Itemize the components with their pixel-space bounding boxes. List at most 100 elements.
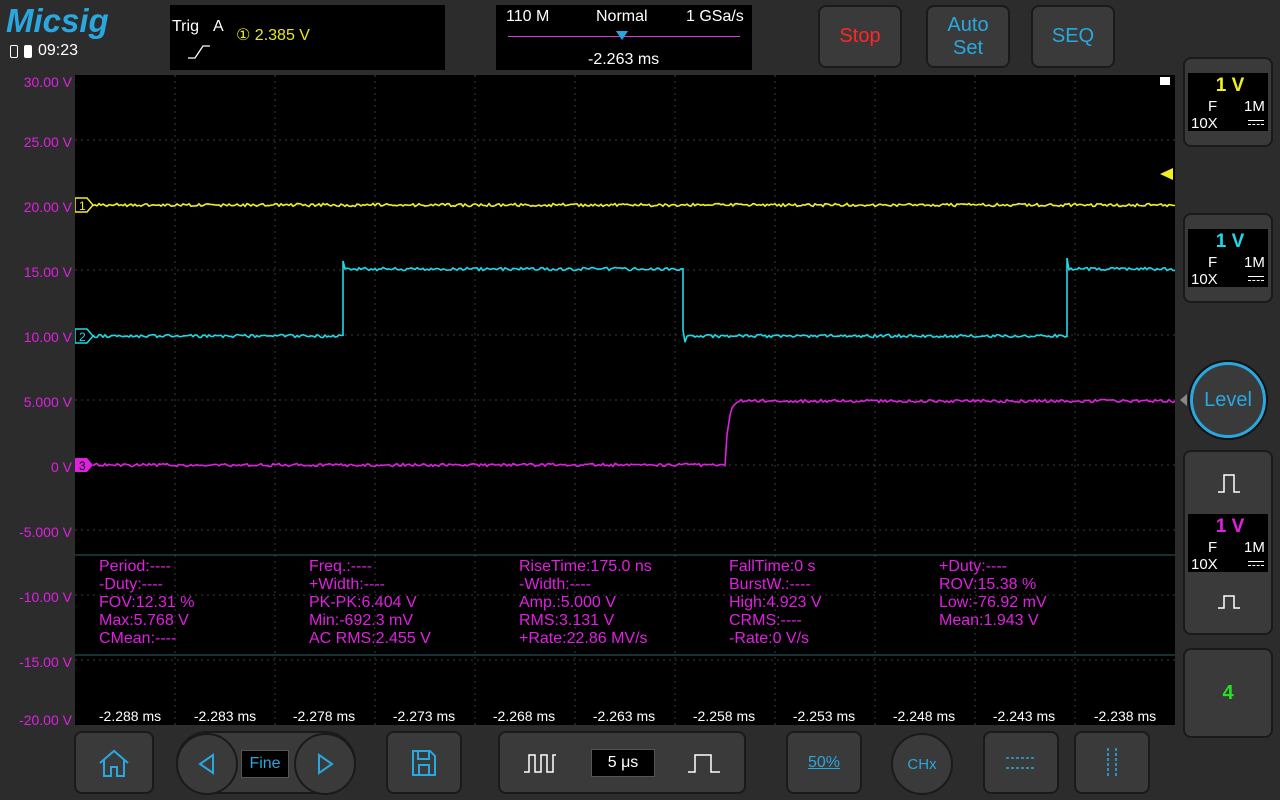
save-button[interactable] xyxy=(386,731,462,794)
triangle-left-icon xyxy=(197,753,217,775)
measurement-column: RiseTime:175.0 ns -Width:---- Amp.:5.000… xyxy=(519,558,652,648)
fifty-percent-button[interactable]: 50% xyxy=(786,731,862,794)
measurement-item: RiseTime:175.0 ns xyxy=(519,558,652,576)
measurement-item: ROV:15.38 % xyxy=(939,576,1047,594)
measurement-item: AC RMS:2.455 V xyxy=(309,630,431,648)
x-tick-label: -2.268 ms xyxy=(474,708,574,724)
ch1-trace xyxy=(93,204,1175,207)
y-tick-label: 20.00 V xyxy=(0,199,72,215)
y-tick-label: 15.00 V xyxy=(0,264,72,280)
measurement-item: Min:-692.3 mV xyxy=(309,612,431,630)
fine-toggle[interactable]: Fine xyxy=(241,750,289,778)
x-tick-label: -2.258 ms xyxy=(674,708,774,724)
trigger-source: A xyxy=(213,18,224,36)
battery-icon xyxy=(24,45,32,58)
ch3-settings-panel[interactable]: 1 V F 1M 10X xyxy=(1183,450,1273,635)
ch1-settings-display: 1 V F 1M 10X xyxy=(1188,73,1268,131)
vertical-cursor-button[interactable] xyxy=(1074,731,1150,794)
measurement-item: -Duty:---- xyxy=(99,576,194,594)
measurement-item: +Rate:22.86 MV/s xyxy=(519,630,652,648)
trigger-level-value: 2.385 V xyxy=(255,27,310,44)
x-tick-label: -2.253 ms xyxy=(774,708,874,724)
y-tick-label: -10.00 V xyxy=(0,589,72,605)
ch1-probe: 10X xyxy=(1191,115,1218,132)
measurement-item: +Width:---- xyxy=(309,576,431,594)
memory-depth: 110 M xyxy=(506,8,549,26)
ch2-trace xyxy=(93,258,1175,342)
sample-rate: 1 GSa/s xyxy=(686,8,744,26)
measurement-item: -Rate:0 V/s xyxy=(729,630,822,648)
measurement-column: Freq.:---- +Width:---- PK-PK:6.404 V Min… xyxy=(309,558,431,648)
auto-set-button[interactable]: Auto Set xyxy=(926,5,1010,68)
chx-button[interactable]: CHx xyxy=(891,733,953,795)
scroll-left-button[interactable] xyxy=(176,733,238,795)
level-label: Level xyxy=(1204,389,1252,412)
auto-set-label: Auto Set xyxy=(947,14,988,60)
trigger-channel-symbol: ① xyxy=(236,27,250,44)
ch2-scale: 1 V xyxy=(1188,231,1272,253)
timebase-decrease-button[interactable] xyxy=(500,733,580,792)
timebase-increase-button[interactable] xyxy=(664,733,744,792)
pulse-increase-icon[interactable] xyxy=(1217,472,1241,494)
horizontal-position: -2.263 ms xyxy=(588,51,659,69)
ch2-marker[interactable]: 2 xyxy=(75,329,93,344)
ch4-button[interactable]: 4 xyxy=(1183,648,1273,738)
ch2-impedance: 1M xyxy=(1244,254,1265,271)
x-tick-label: -2.243 ms xyxy=(974,708,1074,724)
micsig-logo: Micsig xyxy=(6,2,109,40)
dc-coupling-icon xyxy=(1248,120,1264,126)
ch1-coupling: F xyxy=(1208,98,1217,115)
measurement-column: +Duty:---- ROV:15.38 % Low:-76.92 mV Mea… xyxy=(939,558,1047,630)
acquisition-panel[interactable]: 110 M Normal 1 GSa/s -2.263 ms xyxy=(496,5,752,70)
y-tick-label: -15.00 V xyxy=(0,654,72,670)
ch1-impedance: 1M xyxy=(1244,98,1265,115)
pulse-decrease-icon[interactable] xyxy=(1217,592,1241,610)
save-icon xyxy=(410,748,438,778)
home-button[interactable] xyxy=(74,731,154,794)
measurement-item: FallTime:0 s xyxy=(729,558,822,576)
status-bar: 09:23 xyxy=(10,42,78,60)
acquisition-mode: Normal xyxy=(596,8,648,26)
trigger-position-flag-icon xyxy=(1160,77,1170,85)
narrow-pulse-icon xyxy=(523,752,557,774)
scroll-right-button[interactable] xyxy=(294,733,356,795)
horizontal-cursor-icon xyxy=(1004,752,1038,774)
measurement-item: Period:---- xyxy=(99,558,194,576)
horizontal-cursor-button[interactable] xyxy=(983,731,1059,794)
y-tick-label: 0 V xyxy=(0,459,72,475)
ch2-settings-button[interactable]: 1 V F 1M 10X xyxy=(1183,213,1273,303)
y-tick-label: -20.00 V xyxy=(0,712,72,728)
measurement-item: Mean:1.943 V xyxy=(939,612,1047,630)
measurement-item: RMS:3.131 V xyxy=(519,612,652,630)
trigger-level-arrow-icon xyxy=(1160,168,1173,180)
x-tick-label: -2.273 ms xyxy=(374,708,474,724)
trigger-panel[interactable]: Trig A ① 2.385 V xyxy=(170,5,445,70)
x-tick-label: -2.238 ms xyxy=(1075,708,1175,724)
y-tick-label: 25.00 V xyxy=(0,134,72,150)
clock-time: 09:23 xyxy=(38,42,78,60)
fifty-percent-label: 50% xyxy=(808,754,840,772)
seq-button[interactable]: SEQ xyxy=(1031,5,1115,68)
measurement-column: Period:---- -Duty:---- FOV:12.31 % Max:5… xyxy=(99,558,194,648)
measurement-item: Freq.:---- xyxy=(309,558,431,576)
chx-label: CHx xyxy=(907,756,936,773)
measurement-item: FOV:12.31 % xyxy=(99,594,194,612)
measurement-item: High:4.923 V xyxy=(729,594,822,612)
trigger-level: ① 2.385 V xyxy=(236,25,310,45)
trigger-position-marker xyxy=(616,31,628,40)
ch1-marker[interactable]: 1 xyxy=(75,198,93,213)
measurement-item: CMean:---- xyxy=(99,630,194,648)
ch1-settings-button[interactable]: 1 V F 1M 10X xyxy=(1183,57,1273,147)
stop-button[interactable]: Stop xyxy=(818,5,902,68)
measurement-item: Amp.:5.000 V xyxy=(519,594,652,612)
ch3-scale: 1 V xyxy=(1188,516,1272,538)
x-tick-label: -2.248 ms xyxy=(874,708,974,724)
ch2-coupling: F xyxy=(1208,254,1217,271)
ch3-marker[interactable]: 3 xyxy=(75,458,93,473)
ch3-coupling: F xyxy=(1208,539,1217,556)
level-button[interactable]: Level xyxy=(1190,362,1266,438)
y-tick-label: 30.00 V xyxy=(0,74,72,90)
ch1-scale: 1 V xyxy=(1188,75,1272,97)
home-icon xyxy=(97,748,131,778)
ch2-probe: 10X xyxy=(1191,271,1218,288)
